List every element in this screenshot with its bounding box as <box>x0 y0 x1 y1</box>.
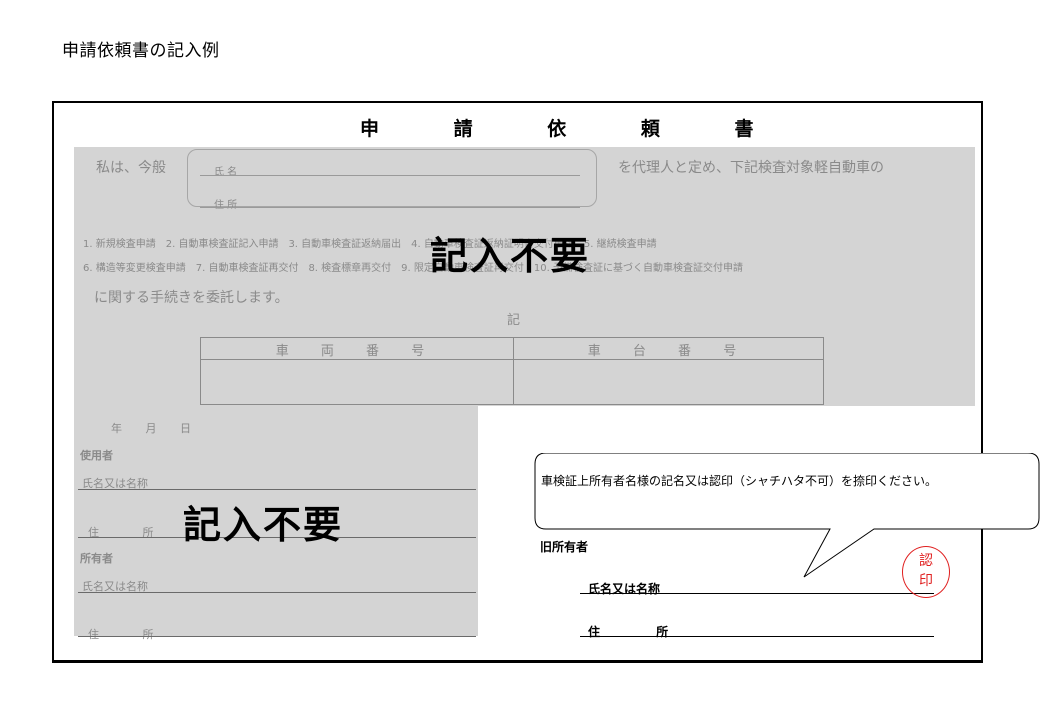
intro-text: 私は、今般 <box>96 160 166 176</box>
agent-bracket <box>187 149 597 207</box>
document-title: 申 請 依 頼 書 <box>360 118 788 140</box>
agent-address-line <box>200 207 580 208</box>
previous-owner-heading: 旧所有者 <box>540 540 589 554</box>
vehicle-table: 車 両 番 号 車 台 番 号 <box>200 337 824 405</box>
seal-char-top: 認 <box>919 553 933 569</box>
date-row: 年 月 日 <box>111 422 191 435</box>
entrust-text: に関する手続きを委託します。 <box>94 290 289 306</box>
previous-owner-name-label: 氏名又は名称 <box>588 582 661 596</box>
page-title: 申請依頼書の記入例 <box>62 41 220 61</box>
owner-heading: 所有者 <box>80 552 113 565</box>
agent-name-line <box>200 175 580 176</box>
chassis-number-header: 車 台 番 号 <box>587 344 751 359</box>
seal-stamp-icon: 認 印 <box>902 546 950 598</box>
owner-name-line <box>78 592 476 593</box>
previous-owner-address-label: 住 所 <box>588 625 695 639</box>
owner-address-label: 住 所 <box>88 628 174 641</box>
not-required-label-top: 記入不要 <box>430 234 591 278</box>
application-types-row2: 6. 構造等変更検査申請 7. 自動車検査証再交付 8. 検査標章再交付 9. … <box>83 263 743 274</box>
previous-owner-address-line <box>580 636 934 637</box>
proxy-text: を代理人と定め、下記検査対象軽自動車の <box>618 160 884 176</box>
ki-mark: 記 <box>507 313 521 328</box>
previous-owner-name-line <box>580 593 934 594</box>
callout-text: 車検証上所有者名様の記名又は認印（シャチハタ不可）を捺印ください。 <box>541 474 938 488</box>
vehicle-number-header: 車 両 番 号 <box>275 344 439 359</box>
user-name-line <box>78 489 476 490</box>
owner-address-line <box>78 636 476 637</box>
not-required-label-left: 記入不要 <box>183 503 344 547</box>
user-heading: 使用者 <box>80 449 113 462</box>
seal-char-bottom: 印 <box>919 573 933 589</box>
agent-address-label: 住 所 <box>214 200 238 211</box>
